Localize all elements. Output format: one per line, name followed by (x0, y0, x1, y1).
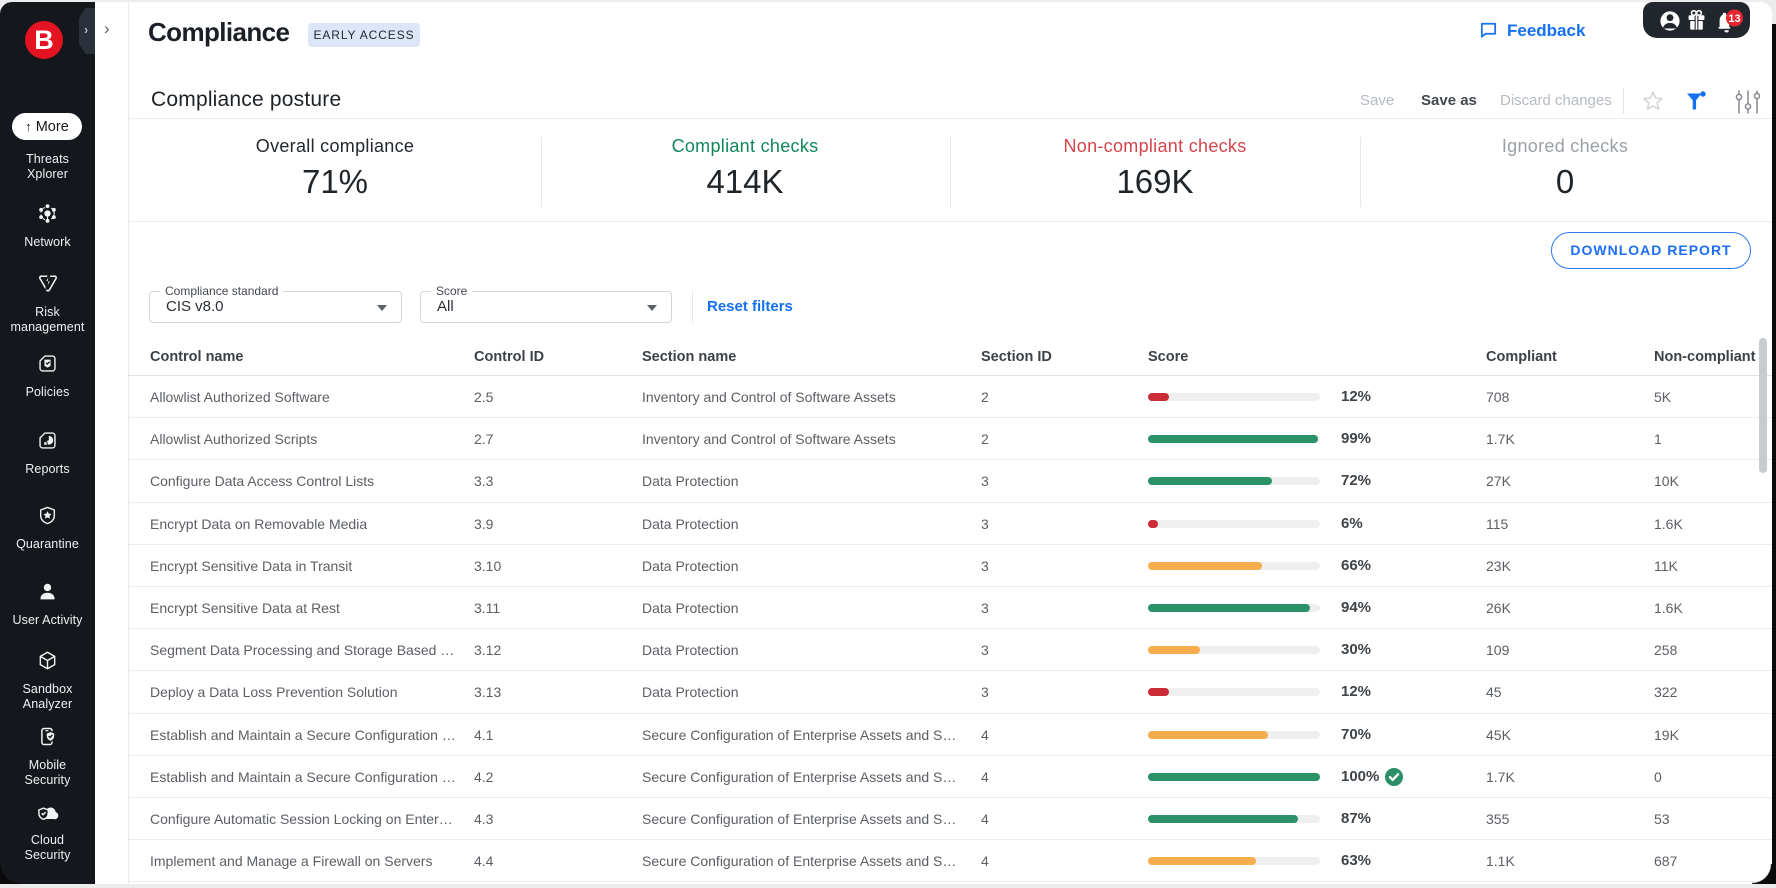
svg-text:13: 13 (1728, 13, 1740, 25)
